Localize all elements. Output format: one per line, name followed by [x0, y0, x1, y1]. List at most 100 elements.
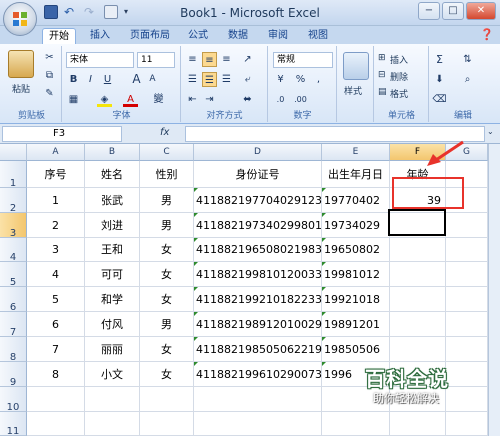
name-box[interactable]: F3: [2, 126, 122, 142]
empty-cell[interactable]: [446, 412, 488, 436]
cell-e7[interactable]: 19891201: [322, 312, 390, 337]
cell-f8[interactable]: [390, 337, 446, 362]
cell-a9[interactable]: 8: [27, 362, 85, 387]
row-header-5[interactable]: 5: [0, 262, 27, 288]
column-header-c[interactable]: C: [140, 144, 194, 161]
align-bottom-icon[interactable]: ≡: [219, 52, 234, 67]
align-top-icon[interactable]: ≡: [185, 52, 200, 67]
decrease-indent-icon[interactable]: ⇤: [185, 92, 200, 107]
cell-e2[interactable]: 19770402: [322, 188, 390, 213]
insert-cells-button[interactable]: 插入: [390, 53, 408, 66]
row-header-9[interactable]: 9: [0, 362, 27, 388]
empty-cell[interactable]: [446, 312, 488, 337]
empty-cell[interactable]: [446, 213, 488, 238]
cell-d5[interactable]: 411882199810120033: [194, 262, 322, 287]
merge-center-icon[interactable]: ⬌: [240, 92, 255, 107]
cell-f4[interactable]: [390, 238, 446, 262]
cell-d6[interactable]: 411882199210182233: [194, 287, 322, 312]
empty-cell[interactable]: [446, 238, 488, 262]
tab-data[interactable]: 数据: [222, 28, 254, 44]
help-icon[interactable]: ❓: [480, 28, 494, 41]
row-header-11[interactable]: 11: [0, 412, 27, 436]
tab-formulas[interactable]: 公式: [182, 28, 214, 44]
cell-b5[interactable]: 可可: [85, 262, 140, 287]
cell-f7[interactable]: [390, 312, 446, 337]
find-select-icon[interactable]: ⌕: [460, 72, 475, 87]
header-cell-a[interactable]: 序号: [27, 161, 85, 188]
maximize-button[interactable]: □: [442, 2, 464, 20]
cell-c5[interactable]: 女: [140, 262, 194, 287]
cell-e8[interactable]: 19850506: [322, 337, 390, 362]
row-header-1[interactable]: 1: [0, 161, 27, 189]
empty-cell[interactable]: [140, 387, 194, 412]
decrease-decimal-icon[interactable]: .00: [293, 92, 308, 107]
cell-b2[interactable]: 张武: [85, 188, 140, 213]
cell-d4[interactable]: 411882196508021983: [194, 238, 322, 262]
column-header-a[interactable]: A: [27, 144, 85, 161]
empty-cell[interactable]: [194, 412, 322, 436]
increase-indent-icon[interactable]: ⇥: [202, 92, 217, 107]
paste-icon[interactable]: [8, 50, 34, 78]
row-header-3[interactable]: 3: [0, 213, 27, 239]
cell-b4[interactable]: 王和: [85, 238, 140, 262]
tab-review[interactable]: 审阅: [262, 28, 294, 44]
cell-f5[interactable]: [390, 262, 446, 287]
grow-font-button[interactable]: A: [129, 72, 144, 87]
cell-c6[interactable]: 女: [140, 287, 194, 312]
fx-button[interactable]: fx: [160, 127, 169, 138]
font-name-select[interactable]: 宋体: [66, 52, 134, 68]
cell-a4[interactable]: 3: [27, 238, 85, 262]
format-cells-icon[interactable]: ▤: [378, 87, 387, 97]
italic-button[interactable]: I: [83, 72, 98, 87]
cell-a5[interactable]: 4: [27, 262, 85, 287]
empty-cell[interactable]: [322, 412, 390, 436]
minimize-button[interactable]: −: [418, 2, 440, 20]
paste-button[interactable]: 粘贴: [12, 82, 30, 95]
orientation-icon[interactable]: ↗: [240, 52, 255, 67]
row-header-6[interactable]: 6: [0, 287, 27, 313]
insert-cells-icon[interactable]: ⊞: [378, 53, 386, 63]
cell-a8[interactable]: 7: [27, 337, 85, 362]
percent-button[interactable]: %: [293, 72, 308, 87]
cell-c9[interactable]: 女: [140, 362, 194, 387]
cell-c8[interactable]: 女: [140, 337, 194, 362]
autosum-button[interactable]: Σ: [432, 52, 447, 67]
cell-e3[interactable]: 19734029: [322, 213, 390, 238]
cell-d9[interactable]: 411882199610290073: [194, 362, 322, 387]
cell-a7[interactable]: 6: [27, 312, 85, 337]
empty-cell[interactable]: [446, 287, 488, 312]
cell-b8[interactable]: 丽丽: [85, 337, 140, 362]
cell-b3[interactable]: 刘进: [85, 213, 140, 238]
cell-c7[interactable]: 男: [140, 312, 194, 337]
empty-cell[interactable]: [194, 387, 322, 412]
header-cell-e[interactable]: 出生年月日: [322, 161, 390, 188]
comma-button[interactable]: ,: [311, 72, 326, 87]
delete-cells-button[interactable]: 删除: [390, 70, 408, 83]
vertical-scrollbar[interactable]: [488, 144, 500, 436]
empty-cell[interactable]: [27, 387, 85, 412]
cell-e5[interactable]: 19981012: [322, 262, 390, 287]
cell-e4[interactable]: 19650802: [322, 238, 390, 262]
tab-insert[interactable]: 插入: [84, 28, 116, 44]
styles-icon[interactable]: [343, 52, 369, 80]
clear-icon[interactable]: ⌫: [432, 92, 447, 107]
cell-b7[interactable]: 付风: [85, 312, 140, 337]
align-right-icon[interactable]: ☰: [219, 72, 234, 87]
cell-c2[interactable]: 男: [140, 188, 194, 213]
align-middle-icon[interactable]: ≡: [202, 52, 217, 67]
empty-cell[interactable]: [390, 412, 446, 436]
borders-icon[interactable]: ▦: [66, 92, 81, 107]
header-cell-d[interactable]: 身份证号: [194, 161, 322, 188]
tab-view[interactable]: 视图: [302, 28, 334, 44]
column-header-e[interactable]: E: [322, 144, 390, 161]
office-button[interactable]: [3, 2, 37, 36]
cell-c3[interactable]: 男: [140, 213, 194, 238]
font-size-select[interactable]: 11: [137, 52, 175, 68]
row-header-8[interactable]: 8: [0, 337, 27, 363]
cell-d8[interactable]: 411882198505062219: [194, 337, 322, 362]
fill-icon[interactable]: ⬇: [432, 72, 447, 87]
currency-icon[interactable]: ¥: [273, 72, 288, 87]
cell-b6[interactable]: 和学: [85, 287, 140, 312]
cell-d3[interactable]: 411882197340299801: [194, 213, 322, 238]
fill-color-icon[interactable]: ◈: [97, 92, 112, 107]
